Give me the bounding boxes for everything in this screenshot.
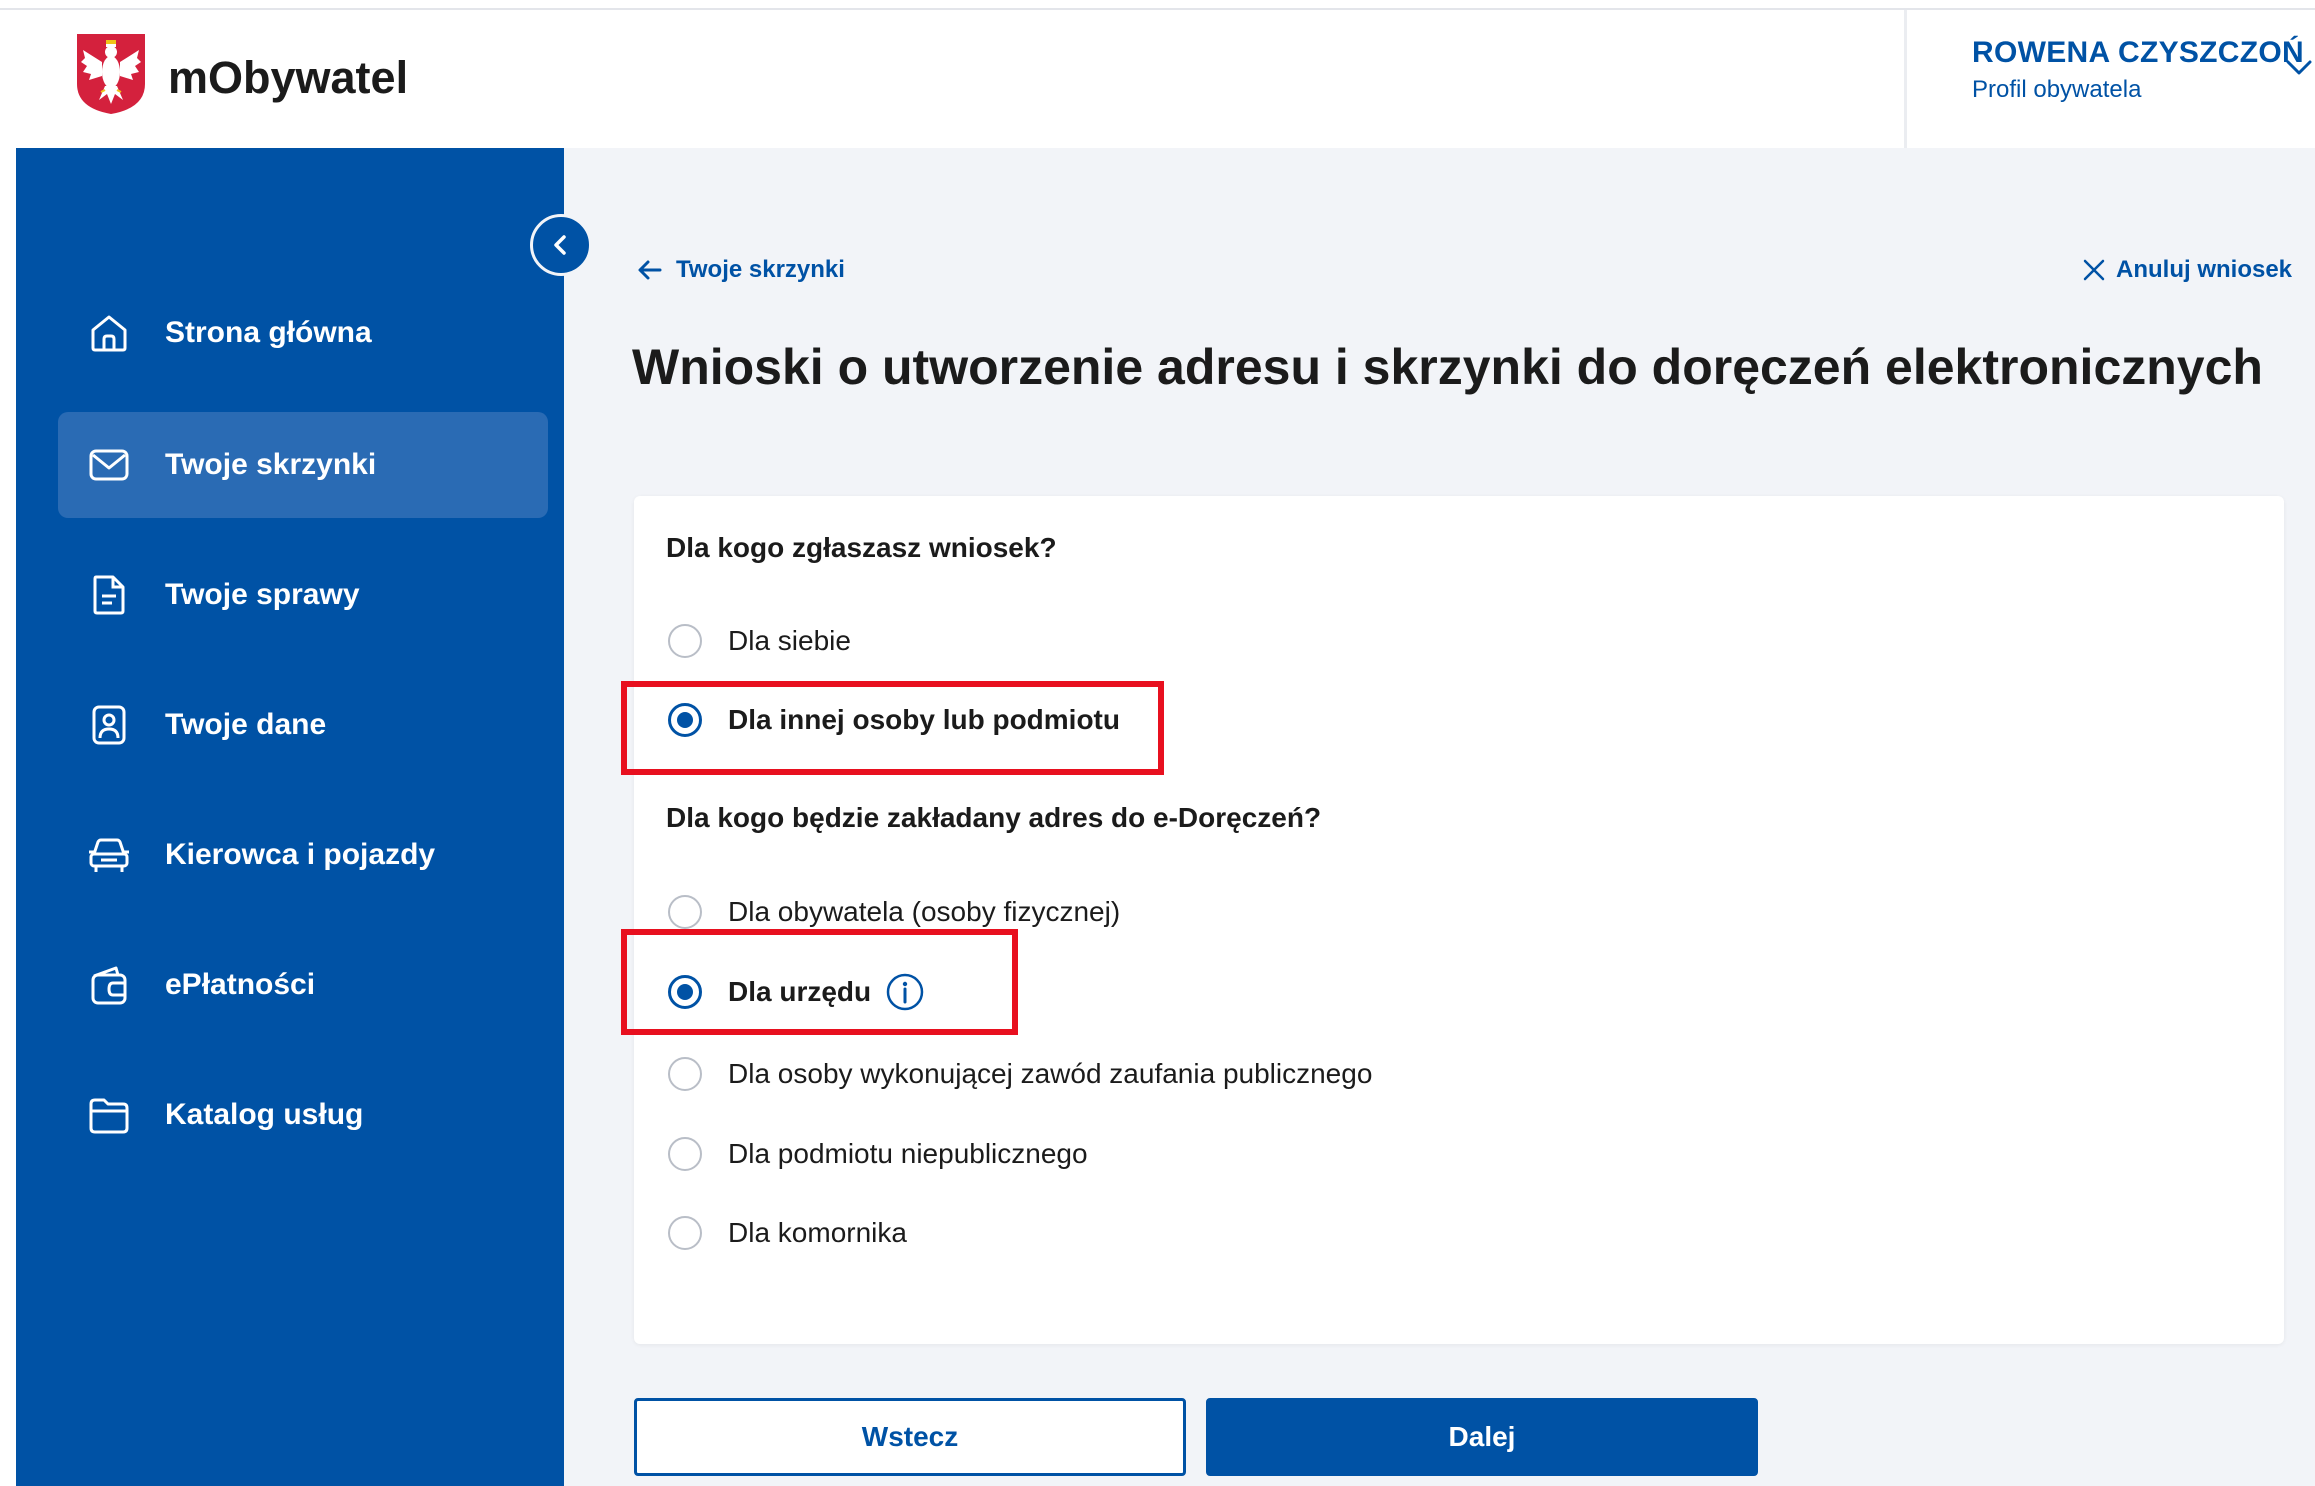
chevron-down-icon[interactable]	[2282, 50, 2315, 84]
radio-option-non-public-entity[interactable]: Dla podmiotu niepublicznego	[668, 1137, 1088, 1171]
radio-option-office[interactable]: Dla urzędu	[668, 972, 925, 1012]
back-to-mailboxes-link[interactable]: Twoje skrzynki	[636, 256, 845, 284]
close-icon	[2083, 259, 2105, 281]
user-name: ROWENA CZYSZCZOŃ	[1972, 36, 2305, 69]
radio-option-citizen[interactable]: Dla obywatela (osoby fizycznej)	[668, 895, 1120, 929]
sidebar-collapse-button[interactable]	[530, 214, 592, 276]
polish-eagle-logo-icon	[77, 34, 145, 114]
sidebar-item-catalog[interactable]: Katalog usług	[58, 1062, 548, 1168]
back-link-label: Twoje skrzynki	[676, 256, 845, 283]
radio-option-public-trust-profession[interactable]: Dla osoby wykonującej zawód zaufania pub…	[668, 1057, 1372, 1091]
sidebar-item-home[interactable]: Strona główna	[58, 280, 548, 386]
id-card-icon	[92, 705, 126, 745]
car-icon	[89, 838, 129, 872]
envelope-icon	[89, 449, 129, 481]
radio-button[interactable]	[668, 975, 702, 1009]
sidebar-item-label: Katalog usług	[165, 1098, 364, 1131]
next-button[interactable]: Dalej	[1206, 1398, 1758, 1476]
top-border	[0, 0, 2315, 10]
sidebar-item-label: Kierowca i pojazdy	[165, 838, 436, 871]
sidebar: Strona główna Twoje skrzynki Twoje spraw…	[16, 148, 564, 1486]
page-title: Wnioski o utworzenie adresu i skrzynki d…	[632, 339, 2263, 395]
radio-label: Dla podmiotu niepublicznego	[728, 1138, 1088, 1169]
cancel-application-link[interactable]: Anuluj wniosek	[2082, 256, 2292, 284]
radio-option-other-person[interactable]: Dla innej osoby lub podmiotu	[668, 703, 1120, 737]
radio-label: Dla siebie	[728, 625, 851, 656]
question-address-type-label: Dla kogo będzie zakładany adres do e-Dor…	[666, 802, 1322, 833]
sidebar-item-data[interactable]: Twoje dane	[58, 672, 548, 778]
sidebar-item-label: Strona główna	[165, 316, 372, 349]
sidebar-item-label: ePłatności	[165, 968, 316, 1001]
header: mObywatel	[0, 10, 2315, 148]
radio-label: Dla obywatela (osoby fizycznej)	[728, 896, 1121, 927]
sidebar-item-cases[interactable]: Twoje sprawy	[58, 542, 548, 648]
app-name: mObywatel	[168, 52, 409, 103]
sidebar-item-label: Twoje sprawy	[165, 578, 360, 611]
radio-button[interactable]	[668, 1137, 702, 1171]
wallet-icon	[91, 966, 127, 1005]
sidebar-item-label: Twoje skrzynki	[165, 448, 377, 481]
radio-label: Dla osoby wykonującej zawód zaufania pub…	[728, 1058, 1373, 1089]
radio-label: Dla komornika	[728, 1217, 907, 1248]
radio-option-bailiff[interactable]: Dla komornika	[668, 1216, 907, 1250]
question-applicant-label: Dla kogo zgłaszasz wniosek?	[666, 532, 1057, 563]
cancel-link-label: Anuluj wniosek	[2116, 256, 2293, 283]
user-profile-menu[interactable]: ROWENA CZYSZCZOŃ Profil obywatela	[1972, 36, 2304, 104]
sidebar-item-mailboxes[interactable]: Twoje skrzynki	[58, 412, 548, 518]
radio-button[interactable]	[668, 703, 702, 737]
header-divider	[1904, 10, 1907, 148]
radio-button[interactable]	[668, 895, 702, 929]
user-profile-subtitle: Profil obywatela	[1972, 76, 2142, 103]
radio-button[interactable]	[668, 624, 702, 658]
back-button[interactable]: Wstecz	[634, 1398, 1186, 1476]
chevron-left-icon	[554, 235, 566, 255]
info-icon[interactable]	[885, 972, 925, 1012]
document-icon	[93, 575, 125, 615]
sidebar-item-payments[interactable]: ePłatności	[58, 932, 548, 1038]
sidebar-item-vehicles[interactable]: Kierowca i pojazdy	[58, 802, 548, 908]
arrow-left-icon	[638, 260, 662, 280]
home-icon	[91, 315, 127, 352]
sidebar-item-label: Twoje dane	[165, 708, 327, 741]
radio-label: Dla innej osoby lub podmiotu	[728, 704, 1120, 735]
radio-button[interactable]	[668, 1057, 702, 1091]
radio-option-self[interactable]: Dla siebie	[668, 624, 851, 658]
folder-icon	[89, 1098, 129, 1134]
radio-button[interactable]	[668, 1216, 702, 1250]
radio-label: Dla urzędu	[728, 976, 872, 1007]
